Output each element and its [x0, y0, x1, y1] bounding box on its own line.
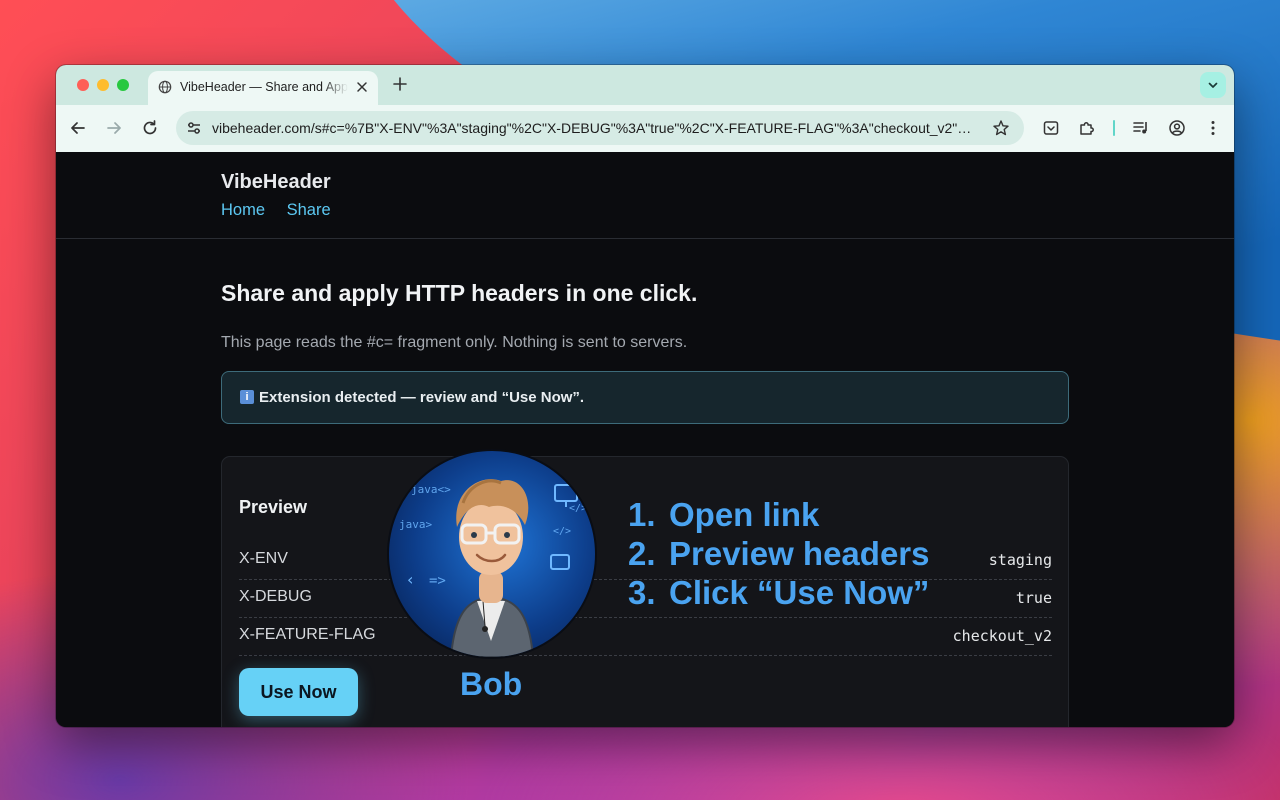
page-title: Share and apply HTTP headers in one clic… [221, 280, 698, 306]
tab-title: VibeHeader — Share and Apply HTTP header… [180, 80, 348, 94]
notice-text: Extension detected — review and “Use Now… [259, 389, 585, 406]
media-queue-icon[interactable] [1132, 119, 1150, 137]
header-value: true [1015, 589, 1052, 607]
header-key: X-DEBUG [239, 588, 312, 605]
site-header: VibeHeader Home Share [56, 152, 1234, 239]
tab-search-button[interactable] [1200, 72, 1226, 98]
code-snippet: </> [553, 526, 571, 537]
new-tab-icon[interactable] [392, 76, 408, 92]
code-snippet: java> [399, 518, 432, 531]
code-snippet: java<> [411, 483, 451, 496]
header-key: X-FEATURE-FLAG [239, 626, 376, 643]
step-text: Open link [669, 496, 820, 533]
avatar-name: Bob [460, 666, 523, 702]
header-value: checkout_v2 [952, 627, 1052, 645]
minimize-window-button[interactable] [97, 79, 109, 91]
header-key: X-ENV [239, 550, 288, 567]
steps-list: 1. Open link 2. Preview headers 3. Click “U… [628, 495, 930, 612]
tab-strip: VibeHeader — Share and Apply HTTP header… [56, 65, 1234, 105]
site-nav: Home Share [221, 201, 348, 220]
code-snippet: => [429, 573, 446, 589]
step-item: 3. Click “Use Now” [628, 573, 930, 612]
browser-toolbar: vibeheader.com/s#c=%7B"X-ENV"%3A"staging… [56, 105, 1234, 152]
avatar-illustration: java<> java> </> </>> => ‹ [399, 479, 593, 657]
step-item: 2. Preview headers [628, 534, 930, 573]
step-item: 1. Open link [628, 495, 930, 534]
svg-text:‹: ‹ [407, 570, 413, 589]
site-brand[interactable]: VibeHeader [221, 171, 331, 194]
close-window-button[interactable] [77, 79, 89, 91]
globe-icon [158, 80, 172, 94]
tab-active[interactable]: VibeHeader — Share and Apply HTTP header… [148, 71, 378, 105]
profile-icon[interactable] [1168, 119, 1186, 137]
header-row: X-FEATURE-FLAG checkout_v2 [239, 618, 1052, 656]
url-text: vibeheader.com/s#c=%7B"X-ENV"%3A"staging… [212, 120, 980, 136]
toolbar-divider [1113, 120, 1115, 136]
back-arrow-icon[interactable] [69, 119, 87, 137]
address-bar[interactable]: vibeheader.com/s#c=%7B"X-ENV"%3A"staging… [176, 111, 1024, 145]
info-icon: i [240, 390, 254, 404]
extension-shield-icon[interactable] [1042, 119, 1060, 137]
page-content: VibeHeader Home Share Share and apply HT… [56, 152, 1234, 727]
step-number: 1. [628, 496, 656, 533]
extension-detected-notice: i Extension detected — review and “Use N… [221, 371, 1069, 424]
fullscreen-window-button[interactable] [117, 79, 129, 91]
browser-window: VibeHeader — Share and Apply HTTP header… [56, 65, 1234, 727]
site-settings-icon[interactable] [186, 120, 202, 136]
reload-icon[interactable] [141, 119, 159, 137]
header-value: staging [988, 551, 1052, 569]
step-text: Preview headers [669, 535, 930, 572]
page-description: This page reads the #c= fragment only. N… [221, 334, 688, 351]
puzzle-extensions-icon[interactable] [1078, 119, 1096, 137]
step-text: Click “Use Now” [669, 574, 930, 611]
nav-link-home[interactable]: Home [221, 201, 265, 219]
chevron-down-icon [1208, 82, 1218, 88]
step-number: 2. [628, 535, 656, 572]
step-number: 3. [628, 574, 656, 611]
use-now-button[interactable]: Use Now [239, 668, 358, 716]
bookmark-star-icon[interactable] [992, 119, 1010, 137]
preview-title: Preview [239, 497, 308, 517]
more-menu-icon[interactable] [1204, 119, 1222, 137]
close-icon[interactable] [356, 81, 368, 93]
nav-link-share[interactable]: Share [287, 201, 331, 219]
avatar: java<> java> </> </>> => ‹ [387, 449, 597, 659]
forward-arrow-icon[interactable] [105, 119, 123, 137]
